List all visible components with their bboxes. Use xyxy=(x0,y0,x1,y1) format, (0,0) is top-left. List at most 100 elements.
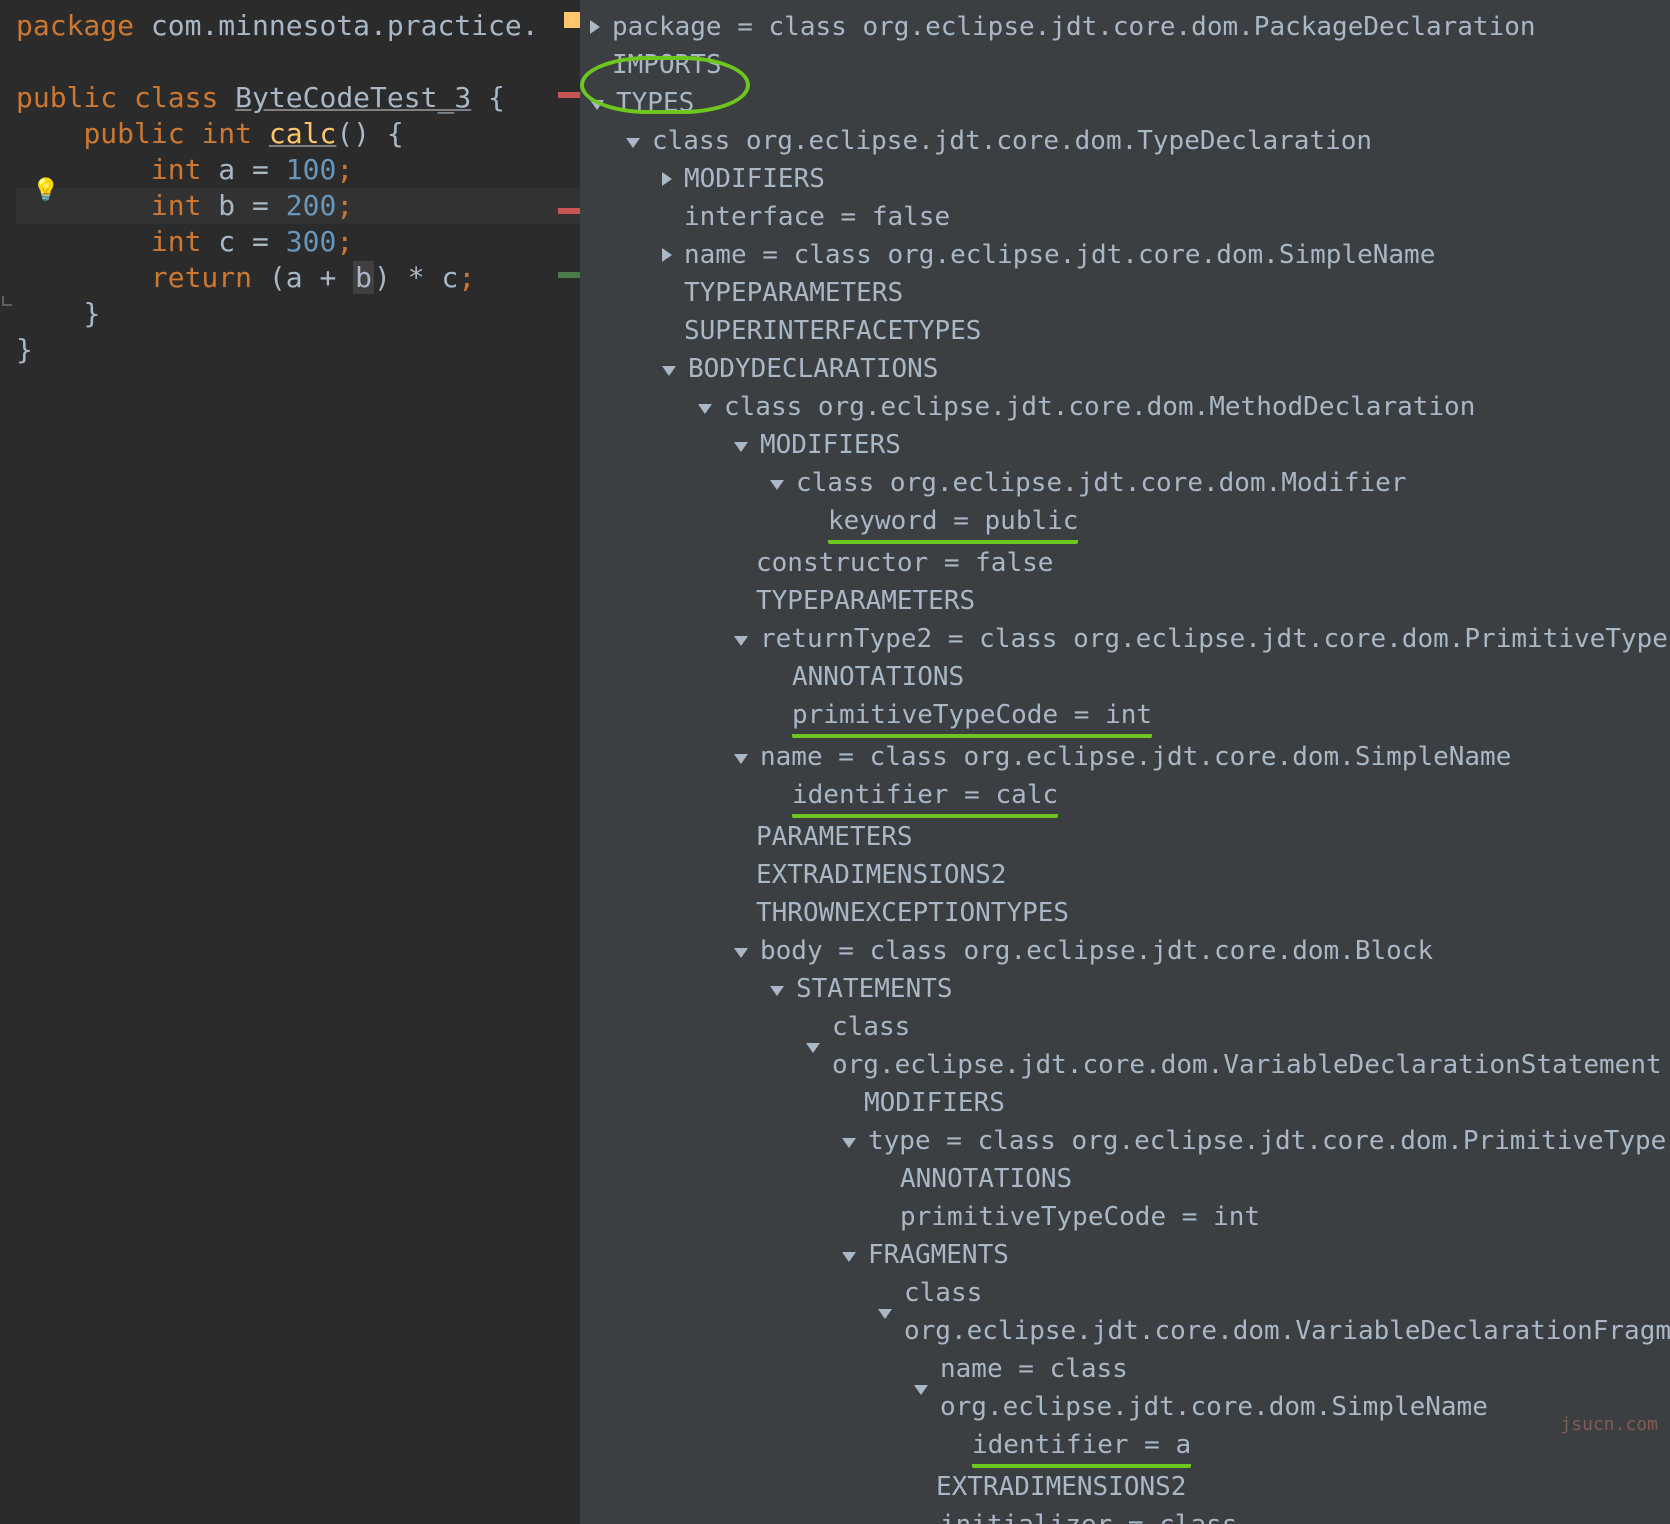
var-b: b xyxy=(218,189,235,222)
chevron-down-icon[interactable] xyxy=(734,442,748,452)
package-name: com.minnesota.practice. xyxy=(151,9,539,42)
tree-label: EXTRADIMENSIONS2 xyxy=(936,1468,1186,1506)
tree-node-fragment[interactable]: class org.eclipse.jdt.core.dom.VariableD… xyxy=(878,1274,1670,1350)
tree-node-modifiers[interactable]: MODIFIERS xyxy=(734,426,1670,464)
chevron-right-icon[interactable] xyxy=(662,172,672,186)
equals: = xyxy=(252,189,269,222)
tree-node-modifiers[interactable]: MODIFIERS xyxy=(842,1084,1670,1122)
tree-node-keyword[interactable]: keyword = public xyxy=(806,502,1670,544)
tree-node-package[interactable]: package = class org.eclipse.jdt.core.dom… xyxy=(590,8,1670,46)
tree-node-initializer[interactable]: initializer = class org.eclipse.jdt.core… xyxy=(914,1506,1670,1524)
chevron-down-icon[interactable] xyxy=(590,100,604,110)
tree-node-constructor[interactable]: constructor = false xyxy=(734,544,1670,582)
plus: + xyxy=(319,261,336,294)
ast-tree-panel[interactable]: package = class org.eclipse.jdt.core.dom… xyxy=(580,0,1670,1524)
var-c: c xyxy=(441,261,458,294)
tree-label: TYPES xyxy=(616,84,694,122)
tree-label: ANNOTATIONS xyxy=(792,658,964,696)
chevron-right-icon[interactable] xyxy=(590,20,600,34)
tree-node-typeparams[interactable]: TYPEPARAMETERS xyxy=(662,274,1670,312)
var-a: a xyxy=(218,153,235,186)
tree-node-name[interactable]: name = class org.eclipse.jdt.core.dom.Si… xyxy=(734,738,1670,776)
tree-node-superinterfaces[interactable]: SUPERINTERFACETYPES xyxy=(662,312,1670,350)
semicolon: ; xyxy=(336,225,353,258)
tree-node-modifiers[interactable]: MODIFIERS xyxy=(662,160,1670,198)
paren-open: ( xyxy=(269,261,286,294)
tree-node-typedecl[interactable]: class org.eclipse.jdt.core.dom.TypeDecla… xyxy=(626,122,1670,160)
tree-label: ANNOTATIONS xyxy=(900,1160,1072,1198)
tree-node-fragments[interactable]: FRAGMENTS xyxy=(842,1236,1670,1274)
chevron-down-icon[interactable] xyxy=(842,1138,856,1148)
parentheses: () xyxy=(336,117,370,150)
chevron-down-icon[interactable] xyxy=(734,636,748,646)
code-content[interactable]: package com.minnesota.practice. public c… xyxy=(0,8,580,368)
chevron-right-icon[interactable] xyxy=(662,248,672,262)
chevron-down-icon[interactable] xyxy=(770,986,784,996)
tree-node-imports[interactable]: IMPORTS xyxy=(590,46,1670,84)
chevron-down-icon[interactable] xyxy=(878,1309,892,1319)
method-name: calc xyxy=(269,117,336,150)
tree-node-name[interactable]: name = class org.eclipse.jdt.core.dom.Si… xyxy=(914,1350,1670,1426)
tree-node-types[interactable]: TYPES xyxy=(590,84,1670,122)
var-c: c xyxy=(218,225,235,258)
watermark: jsucn.com xyxy=(1560,1406,1658,1444)
tree-label: primitiveTypeCode = int xyxy=(900,1198,1260,1236)
tree-node-name[interactable]: name = class org.eclipse.jdt.core.dom.Si… xyxy=(662,236,1670,274)
tree-label: EXTRADIMENSIONS2 xyxy=(756,856,1006,894)
tree-label: class org.eclipse.jdt.core.dom.TypeDecla… xyxy=(652,122,1372,160)
semicolon: ; xyxy=(336,189,353,222)
code-editor[interactable]: 💡 package com.minnesota.practice. public… xyxy=(0,0,580,1524)
chevron-down-icon[interactable] xyxy=(626,138,640,148)
tree-node-extradim[interactable]: EXTRADIMENSIONS2 xyxy=(734,856,1670,894)
editor-gutter: 💡 xyxy=(0,0,60,1524)
tree-label: THROWNEXCEPTIONTYPES xyxy=(756,894,1069,932)
tree-node-parameters[interactable]: PARAMETERS xyxy=(734,818,1670,856)
tree-node-bodydecl[interactable]: BODYDECLARATIONS xyxy=(662,350,1670,388)
literal-200: 200 xyxy=(286,189,337,222)
chevron-down-icon[interactable] xyxy=(842,1252,856,1262)
tree-label: MODIFIERS xyxy=(684,160,825,198)
tree-node-modifier[interactable]: class org.eclipse.jdt.core.dom.Modifier xyxy=(770,464,1670,502)
tree-label: package = class org.eclipse.jdt.core.dom… xyxy=(612,8,1536,46)
keyword-int: int xyxy=(151,153,202,186)
tree-label: MODIFIERS xyxy=(760,426,901,464)
chevron-down-icon[interactable] xyxy=(734,948,748,958)
tree-node-identifier[interactable]: identifier = calc xyxy=(770,776,1670,818)
literal-300: 300 xyxy=(286,225,337,258)
tree-label: TYPEPARAMETERS xyxy=(684,274,903,312)
chevron-down-icon[interactable] xyxy=(914,1385,928,1395)
tree-node-primtype[interactable]: primitiveTypeCode = int xyxy=(878,1198,1670,1236)
tree-node-statements[interactable]: STATEMENTS xyxy=(770,970,1670,1008)
tree-label: keyword = public xyxy=(828,502,1078,544)
keyword-int: int xyxy=(201,117,252,150)
tree-node-annotations[interactable]: ANNOTATIONS xyxy=(770,658,1670,696)
tree-label: IMPORTS xyxy=(612,46,722,84)
tree-node-typeparams[interactable]: TYPEPARAMETERS xyxy=(734,582,1670,620)
tree-label: MODIFIERS xyxy=(864,1084,1005,1122)
chevron-down-icon[interactable] xyxy=(734,754,748,764)
diff-marker xyxy=(558,272,580,278)
tree-label: FRAGMENTS xyxy=(868,1236,1009,1274)
tree-node-annotations[interactable]: ANNOTATIONS xyxy=(878,1160,1670,1198)
lightbulb-icon[interactable]: 💡 xyxy=(32,178,59,203)
tree-node-thrown[interactable]: THROWNEXCEPTIONTYPES xyxy=(734,894,1670,932)
brace-open: { xyxy=(488,81,505,114)
tree-label: TYPEPARAMETERS xyxy=(756,582,975,620)
tree-node-vardecl[interactable]: class org.eclipse.jdt.core.dom.VariableD… xyxy=(806,1008,1670,1084)
tree-label: class org.eclipse.jdt.core.dom.VariableD… xyxy=(832,1008,1670,1084)
tree-label: constructor = false xyxy=(756,544,1053,582)
tree-node-type[interactable]: type = class org.eclipse.jdt.core.dom.Pr… xyxy=(842,1122,1670,1160)
fold-handle-icon[interactable] xyxy=(2,296,12,306)
chevron-down-icon[interactable] xyxy=(698,404,712,414)
chevron-down-icon[interactable] xyxy=(770,480,784,490)
tree-node-body[interactable]: body = class org.eclipse.jdt.core.dom.Bl… xyxy=(734,932,1670,970)
tree-node-extradim[interactable]: EXTRADIMENSIONS2 xyxy=(914,1468,1670,1506)
tree-node-interface[interactable]: interface = false xyxy=(662,198,1670,236)
tree-label: type = class org.eclipse.jdt.core.dom.Pr… xyxy=(868,1122,1666,1160)
tree-node-primtype[interactable]: primitiveTypeCode = int xyxy=(770,696,1670,738)
tree-node-methoddecl[interactable]: class org.eclipse.jdt.core.dom.MethodDec… xyxy=(698,388,1670,426)
chevron-down-icon[interactable] xyxy=(806,1043,820,1053)
paren-close: ) xyxy=(374,261,391,294)
tree-node-returntype[interactable]: returnType2 = class org.eclipse.jdt.core… xyxy=(734,620,1670,658)
chevron-down-icon[interactable] xyxy=(662,366,676,376)
